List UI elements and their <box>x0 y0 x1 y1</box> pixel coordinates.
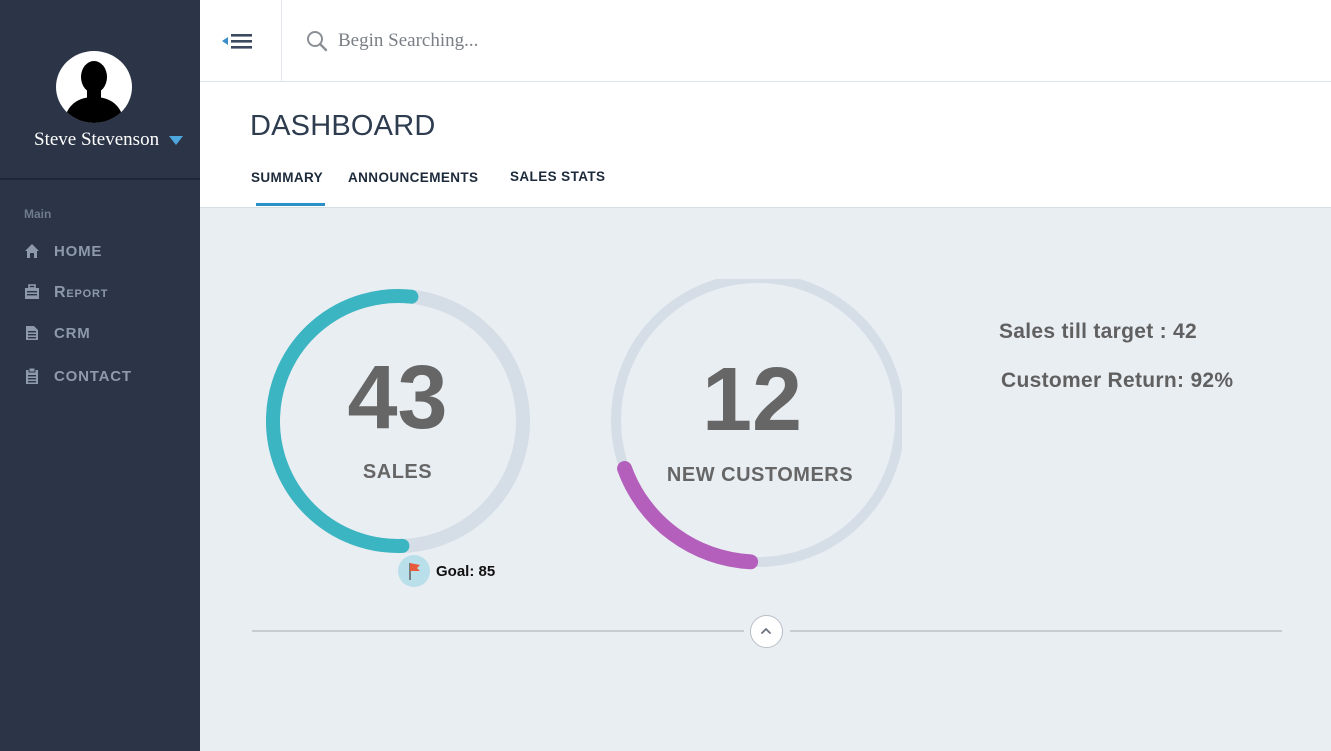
customers-value: 12 <box>701 350 803 450</box>
collapse-menu-icon <box>222 34 252 49</box>
tab-announcements[interactable]: ANNOUNCEMENTS <box>348 170 478 185</box>
flag-icon <box>409 563 420 580</box>
divider-left <box>252 630 744 632</box>
sales-value: 43 <box>347 348 448 448</box>
active-tab-indicator <box>256 203 325 206</box>
sidebar-section-label: Main <box>24 207 52 221</box>
sidebar-item-label: Report <box>54 284 109 301</box>
sidebar-item-report[interactable]: Report <box>0 275 200 309</box>
clipboard-icon <box>26 368 38 384</box>
divider-right <box>790 630 1282 632</box>
sidebar-item-label: HOME <box>54 243 103 260</box>
search-icon <box>307 31 328 52</box>
page-title: DASHBOARD <box>250 110 436 142</box>
briefcase-icon <box>25 284 39 299</box>
collapse-section-button[interactable] <box>750 615 783 648</box>
sales-label: SALES <box>362 461 433 483</box>
profile-panel: Steve Stevenson <box>0 0 200 180</box>
menu-toggle-button[interactable] <box>200 0 282 81</box>
sidebar-item-contact[interactable]: CONTACT <box>0 359 200 393</box>
search-input[interactable] <box>338 26 1078 56</box>
customer-return: Customer Return: 92% <box>1001 369 1234 392</box>
sidebar-item-home[interactable]: HOME <box>0 234 200 268</box>
profile-dropdown-icon[interactable] <box>169 136 183 145</box>
goal-flag-badge <box>398 555 430 587</box>
document-icon <box>26 326 38 340</box>
sales-goal: Goal: 85 <box>436 563 496 580</box>
sidebar-item-crm[interactable]: CRM <box>0 316 200 350</box>
tab-sales-stats[interactable]: SALES STATS <box>510 169 605 184</box>
page-header: DASHBOARD SUMMARY ANNOUNCEMENTS SALES ST… <box>200 82 1331 208</box>
sales-till-target: Sales till target : 42 <box>999 320 1198 343</box>
avatar[interactable] <box>56 51 132 123</box>
home-icon <box>25 244 39 258</box>
sidebar-item-label: CONTACT <box>54 368 132 385</box>
sidebar-item-label: CRM <box>54 325 91 342</box>
profile-name[interactable]: Steve Stevenson <box>34 129 159 151</box>
tab-summary[interactable]: SUMMARY <box>251 170 323 185</box>
chevron-up-icon <box>761 628 771 634</box>
user-silhouette-icon <box>64 61 124 123</box>
top-bar <box>200 0 1331 82</box>
customers-label: NEW CUSTOMERS <box>666 464 854 486</box>
main-content: 43 SALES Goal: 85 12 NEW CUSTOMERS Sales… <box>200 209 1331 751</box>
sidebar: Steve Stevenson Main HOME Report CRM CON… <box>0 0 200 751</box>
